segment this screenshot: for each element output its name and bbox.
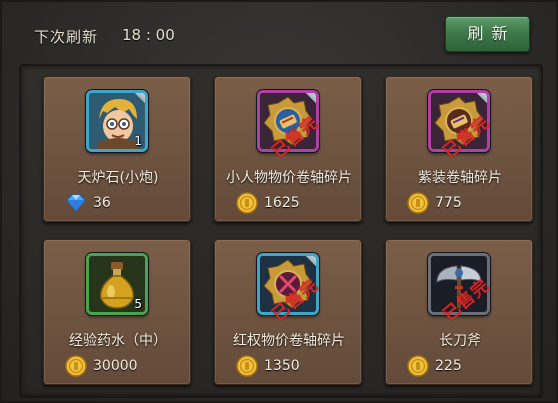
price-value: 225 — [435, 358, 462, 374]
shop-item-card[interactable]: 已售完 紫装卷轴碎片 775 — [385, 76, 533, 222]
gold-coin-icon — [407, 355, 429, 377]
price-value: 775 — [435, 195, 462, 211]
refresh-time: 18 : 00 — [122, 26, 175, 44]
gold-coin-icon — [236, 355, 258, 377]
gold-coin-icon — [236, 192, 258, 214]
gold-coin-icon — [407, 192, 429, 214]
shop-item-card[interactable]: 1 天炉石(小炮) 36 — [43, 76, 191, 222]
frame-corner-icon — [474, 93, 487, 106]
price-value: 1625 — [264, 195, 300, 211]
item-grid: 1 天炉石(小炮) 36 已售完 小人物物价卷轴碎片 1625 已售完 紫装卷轴… — [19, 64, 543, 398]
shop-item-card[interactable]: 已售完 红权物价卷轴碎片 1350 — [214, 239, 362, 385]
item-icon-frame: 5 — [86, 253, 148, 315]
item-name: 紫装卷轴碎片 — [418, 170, 502, 186]
item-name: 小人物物价卷轴碎片 — [226, 170, 352, 186]
shop-item-card[interactable]: 已售完 小人物物价卷轴碎片 1625 — [214, 76, 362, 222]
shop-header: 下次刷新 18 : 00 刷新 — [2, 2, 558, 64]
item-quantity: 5 — [134, 297, 142, 311]
refresh-label: 下次刷新 — [34, 28, 99, 46]
frame-corner-icon — [303, 256, 316, 269]
gold-coin-icon — [65, 355, 87, 377]
price-value: 1350 — [264, 358, 300, 374]
frame-corner-icon — [132, 93, 145, 106]
item-quantity: 1 — [134, 134, 142, 148]
item-name: 经验药水（中） — [69, 333, 167, 349]
shop-window: 下次刷新 18 : 00 刷新 1 天炉石(小炮) 36 已售完 小人物物价卷轴… — [0, 0, 558, 403]
refresh-button[interactable]: 刷新 — [445, 16, 530, 52]
item-name: 长刀斧 — [439, 333, 481, 349]
item-name: 天炉石(小炮) — [77, 170, 159, 186]
shop-item-card[interactable]: 已售完 长刀斧 225 — [385, 239, 533, 385]
price-value: 36 — [93, 195, 111, 211]
item-icon-frame: 1 — [86, 90, 148, 152]
shop-item-card[interactable]: 5 经验药水（中） 30000 — [43, 239, 191, 385]
item-name: 红权物价卷轴碎片 — [233, 333, 345, 349]
diamond-icon — [66, 194, 86, 212]
price-value: 30000 — [93, 358, 138, 374]
frame-corner-icon — [303, 93, 316, 106]
